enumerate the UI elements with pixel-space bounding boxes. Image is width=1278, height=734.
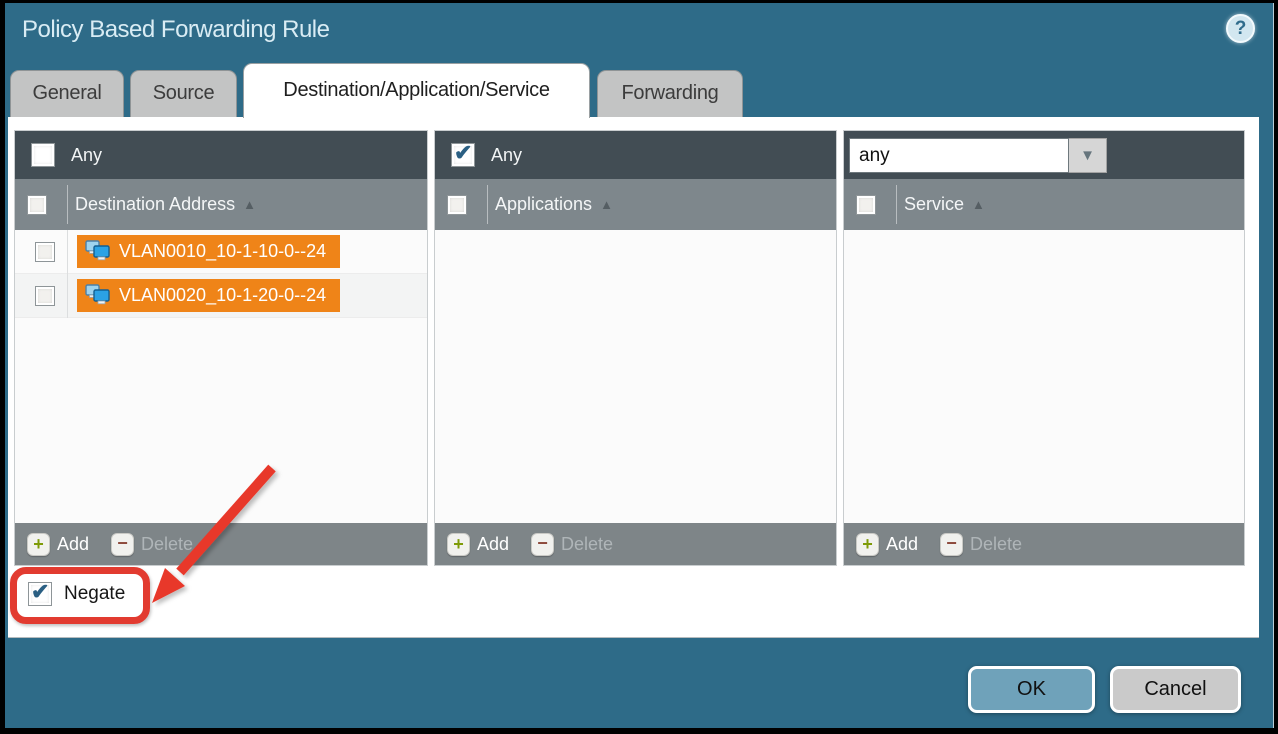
- applications-select-all-checkbox[interactable]: [447, 195, 467, 215]
- service-dropdown-row: any ▼: [844, 131, 1244, 179]
- destination-row-checkbox[interactable]: [35, 242, 55, 262]
- list-column-divider: [67, 230, 68, 318]
- header-divider: [67, 185, 68, 224]
- pbf-rule-dialog: Policy Based Forwarding Rule ? General S…: [5, 3, 1274, 728]
- address-object-chip[interactable]: VLAN0010_10-1-10-0--24: [77, 235, 340, 268]
- service-footer: + Add − Delete: [844, 523, 1244, 565]
- destination-any-label: Any: [71, 145, 102, 166]
- tab-forwarding[interactable]: Forwarding: [597, 70, 743, 117]
- destination-header-label[interactable]: Destination Address: [75, 194, 235, 215]
- address-object-chip[interactable]: VLAN0020_10-1-20-0--24: [77, 279, 340, 312]
- applications-any-checkbox[interactable]: [451, 143, 475, 167]
- tab-source[interactable]: Source: [130, 70, 237, 117]
- destination-any-checkbox[interactable]: [31, 143, 55, 167]
- destination-any-row: Any: [15, 131, 427, 179]
- service-column-header: Service ▲: [844, 179, 1244, 230]
- delete-icon: −: [940, 533, 963, 556]
- help-icon[interactable]: ?: [1226, 14, 1255, 43]
- delete-icon: −: [531, 533, 554, 556]
- destination-column-header: Destination Address ▲: [15, 179, 427, 230]
- destination-panel: Any Destination Address ▲: [14, 130, 428, 566]
- sort-asc-icon[interactable]: ▲: [600, 197, 613, 212]
- tab-content: Any Destination Address ▲: [8, 117, 1259, 638]
- chevron-down-icon[interactable]: ▼: [1069, 138, 1107, 173]
- header-divider: [896, 185, 897, 224]
- destination-row: VLAN0020_10-1-20-0--24: [15, 274, 427, 318]
- tab-destination-application-service[interactable]: Destination/Application/Service: [243, 63, 590, 118]
- applications-delete-button: Delete: [561, 534, 613, 555]
- destination-delete-button: Delete: [141, 534, 193, 555]
- applications-add-button[interactable]: Add: [477, 534, 509, 555]
- address-object-label: VLAN0010_10-1-10-0--24: [119, 241, 326, 262]
- service-add-button[interactable]: Add: [886, 534, 918, 555]
- service-dropdown-value[interactable]: any: [849, 138, 1069, 173]
- negate-row: Negate: [28, 582, 125, 606]
- sort-asc-icon[interactable]: ▲: [972, 197, 985, 212]
- applications-any-label: Any: [491, 145, 522, 166]
- destination-select-all-checkbox[interactable]: [27, 195, 47, 215]
- service-delete-button: Delete: [970, 534, 1022, 555]
- negate-label: Negate: [64, 583, 125, 605]
- service-list: [844, 230, 1244, 523]
- applications-panel: Any Applications ▲ + Add − Delete: [434, 130, 837, 566]
- destination-footer: + Add − Delete: [15, 523, 427, 565]
- applications-list: [435, 230, 836, 523]
- ok-button[interactable]: OK: [968, 666, 1095, 713]
- destination-row: VLAN0010_10-1-10-0--24: [15, 230, 427, 274]
- tab-general[interactable]: General: [10, 70, 124, 117]
- address-object-label: VLAN0020_10-1-20-0--24: [119, 285, 326, 306]
- destination-add-button[interactable]: Add: [57, 534, 89, 555]
- service-select-all-checkbox[interactable]: [856, 195, 876, 215]
- sort-asc-icon[interactable]: ▲: [243, 197, 256, 212]
- applications-any-row: Any: [435, 131, 836, 179]
- destination-row-checkbox[interactable]: [35, 286, 55, 306]
- service-dropdown: any ▼: [849, 138, 1107, 173]
- negate-checkbox[interactable]: [28, 582, 52, 606]
- header-divider: [487, 185, 488, 224]
- add-icon[interactable]: +: [27, 533, 50, 556]
- screenshot-frame: Policy Based Forwarding Rule ? General S…: [0, 0, 1278, 734]
- dialog-title: Policy Based Forwarding Rule: [22, 16, 329, 44]
- add-icon[interactable]: +: [447, 533, 470, 556]
- applications-footer: + Add − Delete: [435, 523, 836, 565]
- cancel-button[interactable]: Cancel: [1110, 666, 1241, 713]
- address-group-icon: [85, 284, 111, 308]
- add-icon[interactable]: +: [856, 533, 879, 556]
- service-header-label[interactable]: Service: [904, 194, 964, 215]
- applications-column-header: Applications ▲: [435, 179, 836, 230]
- destination-list: VLAN0010_10-1-10-0--24 VLAN: [15, 230, 427, 523]
- delete-icon: −: [111, 533, 134, 556]
- address-group-icon: [85, 240, 111, 264]
- service-panel: any ▼ Service ▲ + Add − Delete: [843, 130, 1245, 566]
- applications-header-label[interactable]: Applications: [495, 194, 592, 215]
